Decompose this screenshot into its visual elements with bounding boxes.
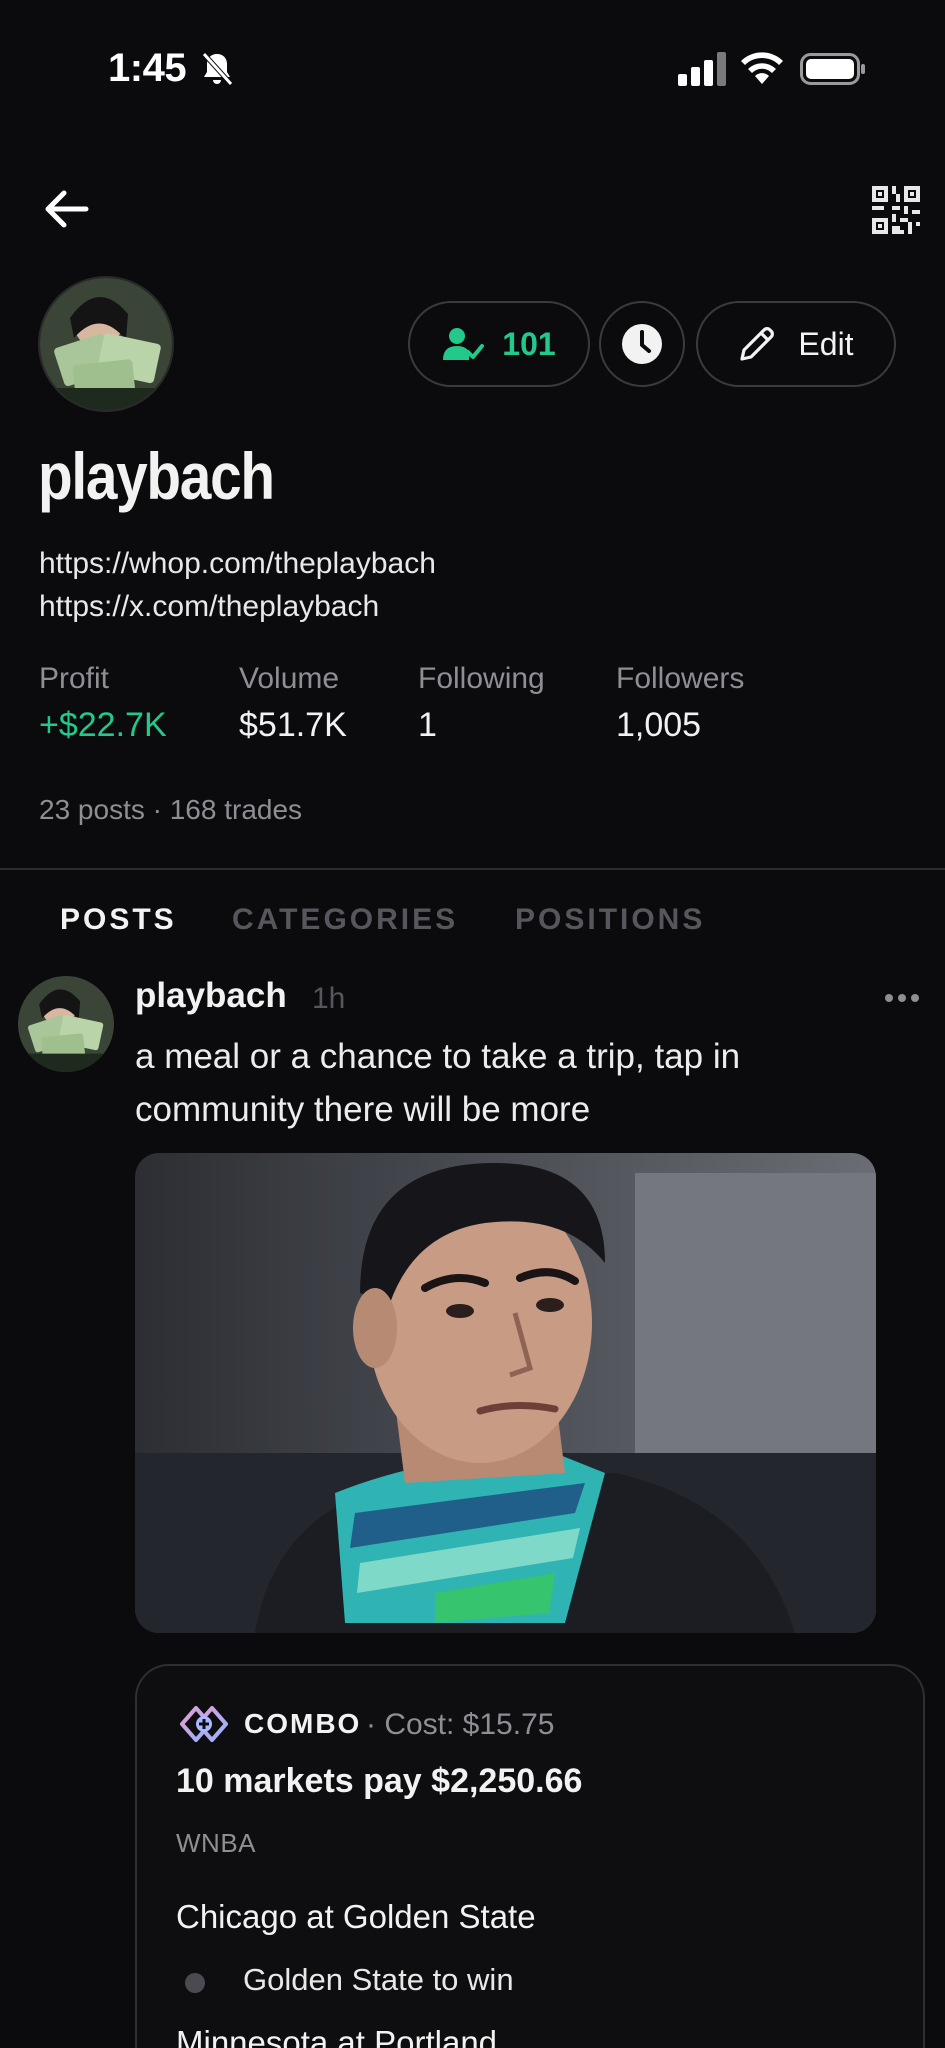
stat-volume-label: Volume: [239, 662, 340, 695]
combo-league: WNBA: [176, 1828, 256, 1858]
stat-volume-value: $51.7K: [239, 706, 347, 744]
stat-following-label[interactable]: Following: [418, 662, 545, 696]
battery-icon: [800, 53, 865, 85]
stat-profit-label: Profit: [39, 662, 110, 695]
stat-followers-label[interactable]: Followers: [616, 662, 744, 696]
wifi-icon: [741, 52, 783, 84]
arrow-left-icon[interactable]: [40, 184, 96, 234]
post-photo: [135, 1153, 876, 1633]
post-image[interactable]: [135, 1153, 876, 1633]
qr-code-icon[interactable]: [872, 186, 920, 234]
signal-icon: [678, 52, 726, 86]
history-button[interactable]: [599, 301, 685, 387]
post-text: a meal or a chance to take a trip, tap i…: [135, 1037, 741, 1129]
tab-positions[interactable]: POSITIONS: [515, 903, 705, 937]
combo-payout-title: 10 markets pay $2,250.66: [176, 1762, 583, 1800]
followers-button[interactable]: 101: [408, 301, 590, 387]
followers-count: 101: [502, 325, 556, 362]
pick-status-dot: [185, 1973, 205, 1993]
post-author-name[interactable]: playbach: [135, 976, 287, 1016]
post-timestamp: 1h: [312, 982, 346, 1015]
stat-profit-value: +$22.7K: [39, 706, 167, 744]
tab-posts[interactable]: POSTS: [60, 903, 177, 937]
avatar-image: [18, 976, 114, 1072]
section-divider: [0, 868, 945, 870]
combo-cost: · Cost: $15.75: [366, 1708, 555, 1741]
profile-link-x[interactable]: https://x.com/theplaybach: [39, 590, 379, 624]
game-title: Minnesota at Portland: [176, 2024, 498, 2048]
stat-followers-value[interactable]: 1,005: [616, 706, 701, 745]
bell-slash-icon: [202, 52, 233, 86]
profile-link-whop[interactable]: https://whop.com/theplaybach: [39, 547, 436, 581]
tab-categories[interactable]: CATEGORIES: [232, 903, 458, 937]
edit-profile-button[interactable]: Edit: [696, 301, 896, 387]
profile-avatar[interactable]: [38, 276, 174, 412]
pick-text: Golden State to win: [243, 1962, 514, 1997]
game-title: Chicago at Golden State: [176, 1898, 536, 1935]
combo-label: COMBO: [244, 1708, 362, 1739]
status-time: 1:45: [108, 46, 187, 90]
avatar-image: [40, 278, 172, 410]
pencil-icon: [740, 327, 775, 361]
edit-label: Edit: [798, 325, 854, 362]
post-trade-counts: 23 posts · 168 trades: [39, 794, 303, 825]
combo-icon: [180, 1706, 228, 1742]
person-check-icon: [443, 328, 485, 360]
profile-username: playbach: [38, 439, 275, 513]
stat-following-value[interactable]: 1: [418, 706, 437, 745]
more-options-icon[interactable]: [884, 991, 920, 1005]
post-author-avatar[interactable]: [18, 976, 114, 1072]
clock-icon: [622, 324, 662, 364]
